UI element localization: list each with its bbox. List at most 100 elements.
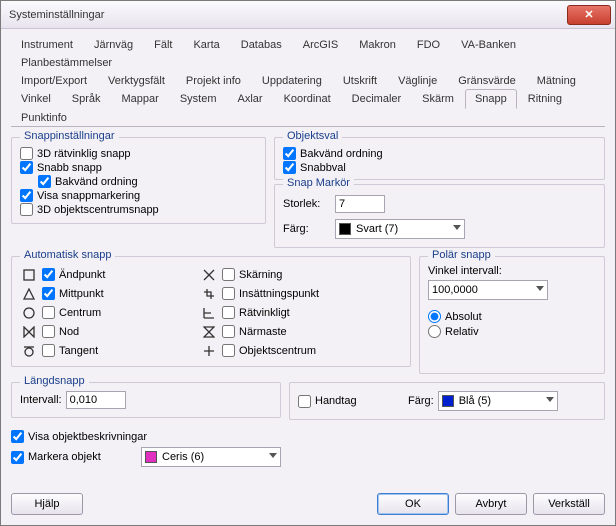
square-icon — [20, 267, 38, 283]
chk-obj-bakvand[interactable] — [283, 147, 296, 160]
tab-axlar[interactable]: Axlar — [228, 89, 273, 109]
combo-value: Blå (5) — [459, 395, 491, 407]
tab-koordinat[interactable]: Koordinat — [274, 89, 341, 109]
label: Snabbval — [300, 162, 346, 174]
triangle-icon — [20, 286, 38, 302]
label: Handtag — [315, 395, 357, 407]
label-interval: Intervall: — [20, 394, 62, 406]
group-snap-markor: Snap Markör Storlek: Färg: Svart (7) — [274, 184, 605, 248]
tab-karta[interactable]: Karta — [183, 35, 229, 54]
chk-närmaste[interactable] — [222, 325, 235, 338]
chevron-down-icon — [269, 453, 277, 458]
label: Nod — [59, 326, 79, 338]
tab-va-banken[interactable]: VA-Banken — [451, 35, 526, 54]
chk-3d-ratvinklig[interactable] — [20, 147, 33, 160]
label: Objektscentrum — [239, 345, 316, 357]
bowtie-icon — [20, 324, 38, 340]
label: Centrum — [59, 307, 101, 319]
close-button[interactable]: ✕ — [567, 5, 611, 25]
label: Bakvänd ordning — [55, 176, 138, 188]
chk-bakvand-ordning[interactable] — [38, 175, 51, 188]
label: Absolut — [445, 311, 482, 323]
window-title: Systeminställningar — [9, 9, 567, 21]
legend: Polär snapp — [428, 249, 495, 261]
label: Insättningspunkt — [239, 288, 319, 300]
label: 3D rätvinklig snapp — [37, 148, 131, 160]
chk-objektscentrum[interactable] — [222, 344, 235, 357]
input-markor-size[interactable] — [335, 195, 385, 213]
ok-button[interactable]: OK — [377, 493, 449, 515]
tab-system[interactable]: System — [170, 89, 227, 109]
tangent-icon — [20, 343, 38, 359]
chk-nod[interactable] — [42, 325, 55, 338]
tab-fdo[interactable]: FDO — [407, 35, 450, 54]
legend: Objektsval — [283, 130, 342, 142]
radio-absolut[interactable] — [428, 310, 441, 323]
group-objektsval: Objektsval Bakvänd ordning Snabbval — [274, 137, 605, 180]
tab-fält[interactable]: Fält — [144, 35, 182, 54]
label: Rätvinkligt — [239, 307, 290, 319]
tab-verktygsfält[interactable]: Verktygsfält — [98, 71, 175, 90]
chk-visa-objektbeskrivningar[interactable] — [11, 430, 24, 443]
label: Visa objektbeskrivningar — [28, 431, 147, 443]
chk-snabb-snapp[interactable] — [20, 161, 33, 174]
combo-markera-color[interactable]: Ceris (6) — [141, 447, 281, 467]
tab-makron[interactable]: Makron — [349, 35, 406, 54]
label: 3D objektscentrumsnapp — [37, 204, 159, 216]
tab-utskrift[interactable]: Utskrift — [333, 71, 387, 90]
tab-instrument[interactable]: Instrument — [11, 35, 83, 54]
tab-projekt info[interactable]: Projekt info — [176, 71, 251, 90]
tab-språk[interactable]: Språk — [62, 89, 111, 109]
tab-snapp[interactable]: Snapp — [465, 89, 517, 109]
help-button[interactable]: Hjälp — [11, 493, 83, 515]
tab-järnväg[interactable]: Järnväg — [84, 35, 143, 54]
chk-rätvinkligt[interactable] — [222, 306, 235, 319]
cancel-button[interactable]: Avbryt — [455, 493, 527, 515]
apply-button[interactable]: Verkställ — [533, 493, 605, 515]
tab-skärm[interactable]: Skärm — [412, 89, 464, 109]
tab-arcgis[interactable]: ArcGIS — [293, 35, 348, 54]
tab-ritning[interactable]: Ritning — [518, 89, 572, 109]
tab-gränsvärde[interactable]: Gränsvärde — [448, 71, 525, 90]
label: Relativ — [445, 326, 479, 338]
chk-skärning[interactable] — [222, 268, 235, 281]
radio-relativ[interactable] — [428, 325, 441, 338]
combo-handtag-color[interactable]: Blå (5) — [438, 391, 558, 411]
tab-planbestämmelser[interactable]: Planbestämmelser — [11, 53, 122, 72]
plus-icon — [200, 343, 218, 359]
chk-3d-objektscentrum[interactable] — [20, 203, 33, 216]
tab-punktinfo[interactable]: Punktinfo — [11, 108, 77, 127]
tab-decimaler[interactable]: Decimaler — [342, 89, 412, 109]
tab-mappar[interactable]: Mappar — [112, 89, 169, 109]
chk-visa-snappmarkering[interactable] — [20, 189, 33, 202]
input-langd-interval[interactable] — [66, 391, 126, 409]
chk-handtag[interactable] — [298, 395, 311, 408]
titlebar: Systeminställningar ✕ — [1, 1, 615, 29]
tab-väglinje[interactable]: Väglinje — [388, 71, 447, 90]
chk-mittpunkt[interactable] — [42, 287, 55, 300]
label: Tangent — [59, 345, 98, 357]
combo-markor-color[interactable]: Svart (7) — [335, 219, 465, 239]
tab-mätning[interactable]: Mätning — [527, 71, 586, 90]
chk-ändpunkt[interactable] — [42, 268, 55, 281]
chk-markera-objekt[interactable] — [11, 451, 24, 464]
legend: Snap Markör — [283, 177, 354, 189]
tab-uppdatering[interactable]: Uppdatering — [252, 71, 332, 90]
legend: Automatisk snapp — [20, 249, 115, 261]
chevron-down-icon — [536, 286, 544, 291]
chk-obj-snabbval[interactable] — [283, 161, 296, 174]
tab-databas[interactable]: Databas — [231, 35, 292, 54]
chk-centrum[interactable] — [42, 306, 55, 319]
tab-import/export[interactable]: Import/Export — [11, 71, 97, 90]
chk-insättningspunkt[interactable] — [222, 287, 235, 300]
cross-icon — [200, 267, 218, 283]
group-langdsnapp: Längdsnapp Intervall: — [11, 382, 281, 418]
label: Mittpunkt — [59, 288, 104, 300]
label-angle: Vinkel intervall: — [428, 265, 596, 277]
chk-tangent[interactable] — [42, 344, 55, 357]
legend: Längdsnapp — [20, 375, 89, 387]
chevron-down-icon — [546, 397, 554, 402]
tab-vinkel[interactable]: Vinkel — [11, 89, 61, 109]
combo-angle-interval[interactable]: 100,0000 — [428, 280, 548, 300]
label: Markera objekt — [28, 451, 101, 463]
